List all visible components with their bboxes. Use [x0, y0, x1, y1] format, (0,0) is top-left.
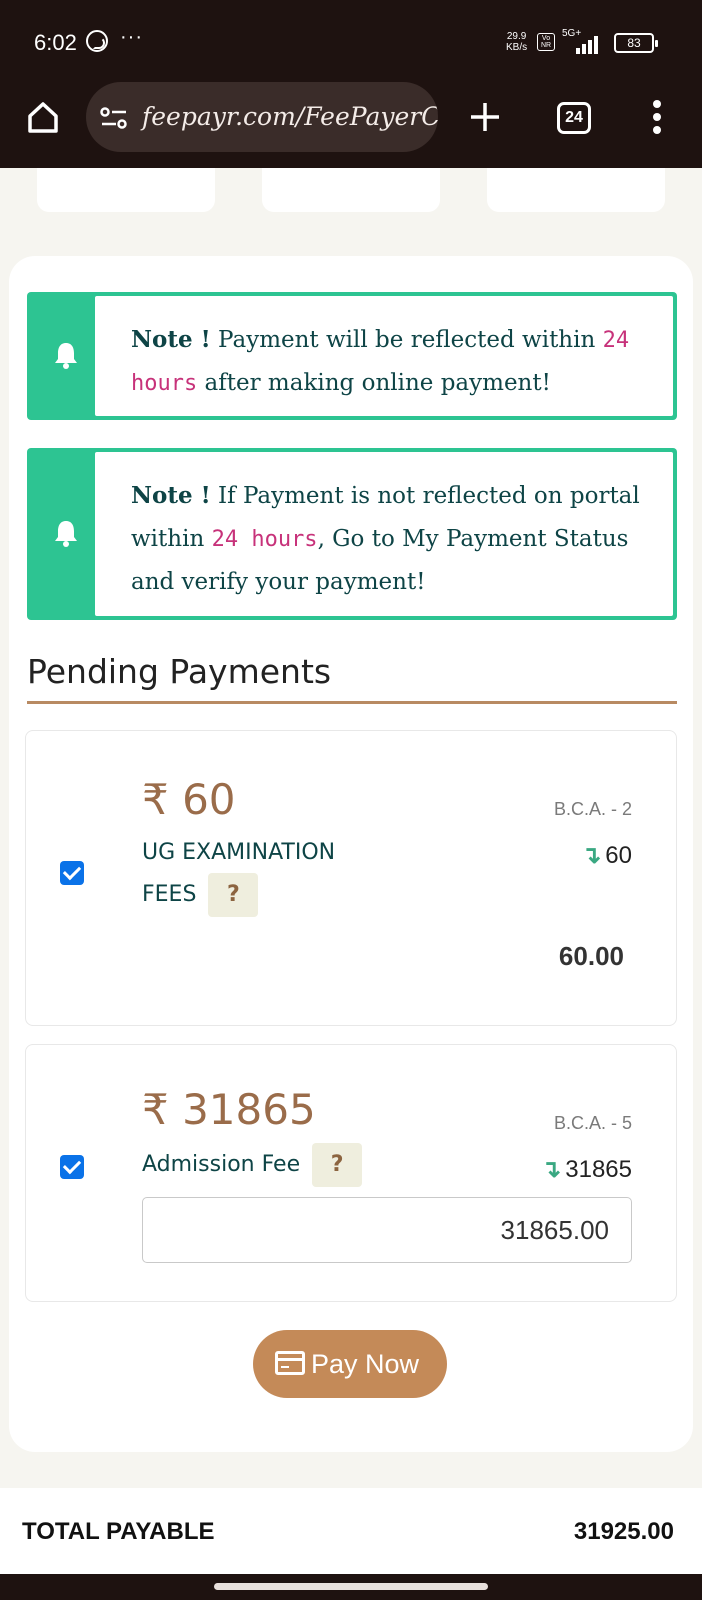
browser-chrome: 6:02 ··· 29.9 KB/s Vo NR 5G+ 83 feepayr.… — [0, 0, 702, 168]
bell-icon — [55, 343, 77, 369]
due-amount: ↴ 31865 — [541, 1156, 632, 1183]
new-tab-icon[interactable] — [468, 100, 502, 134]
volte-icon: Vo NR — [537, 33, 555, 51]
fee-amount: ₹ 60 — [142, 775, 236, 824]
status-time: 6:02 — [34, 30, 77, 55]
payment-item: ₹ 31865 Admission Fee? B.C.A. - 5 ↴ 31865… — [25, 1044, 677, 1302]
section-divider — [27, 701, 677, 704]
help-button[interactable]: ? — [208, 873, 259, 917]
note-alert: Note ! Payment will be reflected within … — [27, 292, 677, 420]
pay-amount-input[interactable]: 31865.00 — [142, 1197, 632, 1263]
address-bar[interactable]: feepayr.com/FeePayerC — [86, 82, 438, 152]
select-checkbox[interactable] — [60, 1155, 84, 1179]
arrow-down-icon: ↴ — [581, 842, 602, 869]
section-title: Pending Payments — [27, 652, 332, 691]
battery-icon: 83 — [614, 33, 658, 53]
site-settings-icon[interactable] — [100, 106, 128, 130]
help-button[interactable]: ? — [312, 1143, 363, 1187]
due-amount: ↴ 60 — [581, 842, 632, 869]
note-text: Note ! If Payment is not reflected on po… — [95, 452, 673, 616]
overflow-menu-icon[interactable] — [652, 100, 662, 136]
signal-icon: 5G+ — [562, 28, 606, 54]
credit-card-icon — [275, 1351, 305, 1375]
whatsapp-icon — [86, 30, 108, 52]
select-checkbox[interactable] — [60, 861, 84, 885]
summary-card — [487, 168, 665, 212]
arrow-down-icon: ↴ — [541, 1156, 562, 1183]
total-bar: TOTAL PAYABLE 31925.00 — [0, 1488, 702, 1574]
pay-now-button[interactable]: Pay Now — [253, 1330, 447, 1398]
course-label: B.C.A. - 5 — [553, 1113, 632, 1133]
summary-card — [262, 168, 440, 212]
note-alert: Note ! If Payment is not reflected on po… — [27, 448, 677, 620]
payment-panel: Note ! Payment will be reflected within … — [9, 256, 693, 1452]
url-text: feepayr.com/FeePayerC — [142, 102, 438, 131]
pay-amount: 60.00 — [558, 941, 624, 971]
fee-name: Admission Fee? — [142, 1143, 363, 1187]
summary-card — [37, 168, 215, 212]
gesture-handle[interactable] — [214, 1583, 488, 1590]
course-label: B.C.A. - 2 — [553, 799, 632, 819]
home-icon[interactable] — [26, 100, 60, 134]
navigation-bar — [0, 1574, 702, 1600]
fee-amount: ₹ 31865 — [142, 1085, 316, 1134]
note-text: Note ! Payment will be reflected within … — [95, 296, 673, 416]
more-notifications-icon: ··· — [120, 26, 143, 48]
payment-item: ₹ 60 UG EXAMINATION FEES? B.C.A. - 2 ↴ 60… — [25, 730, 677, 1026]
net-speed: 29.9 KB/s — [506, 31, 528, 53]
bell-icon — [55, 521, 77, 547]
total-value: 31925.00 — [573, 1518, 674, 1545]
fee-name: UG EXAMINATION FEES? — [142, 833, 372, 917]
tab-switcher-button[interactable]: 24 — [557, 102, 591, 134]
total-label: TOTAL PAYABLE — [22, 1518, 215, 1545]
